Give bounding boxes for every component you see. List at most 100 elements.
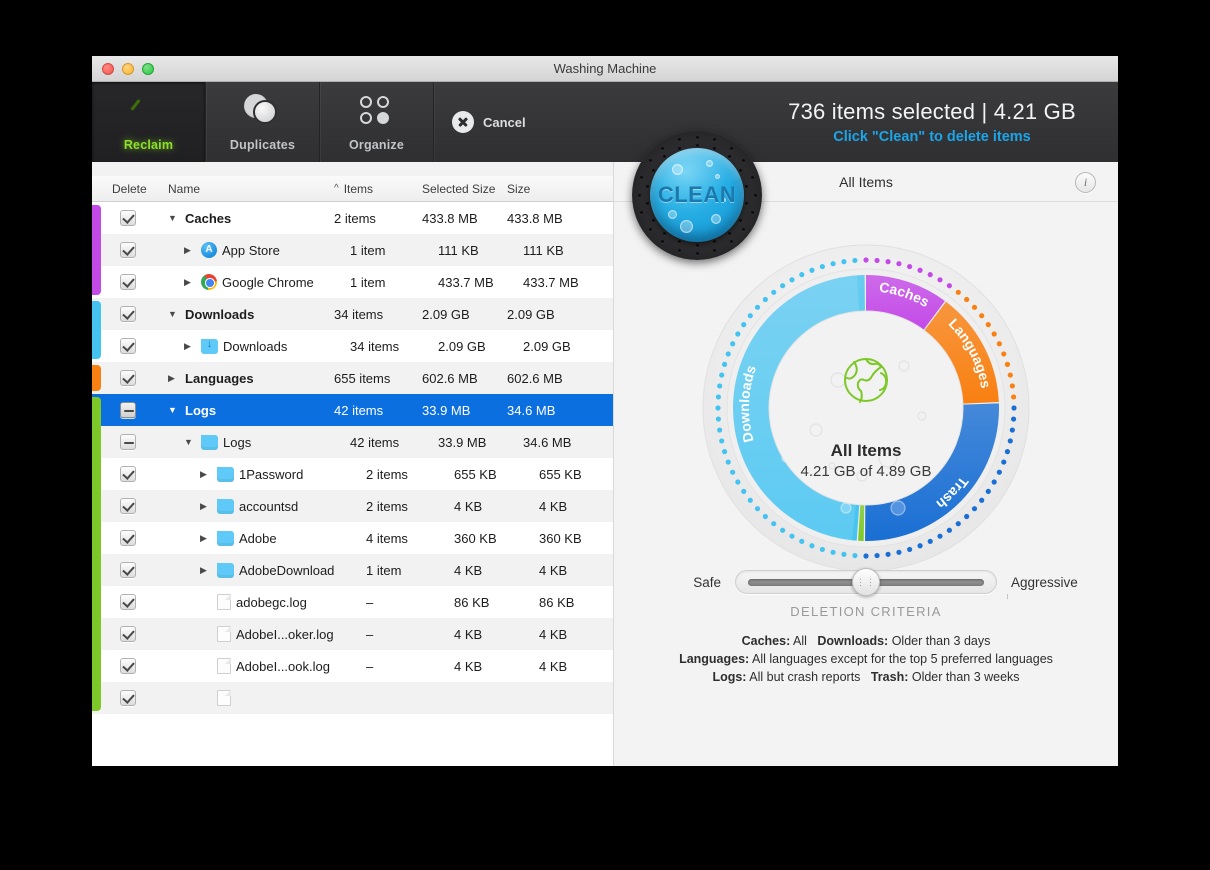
close-window-button[interactable]: [102, 62, 114, 75]
table-row[interactable]: A App Store 1 item 111 KB 111 KB: [92, 234, 613, 266]
column-header-selected-size[interactable]: Selected Size: [422, 182, 507, 196]
row-items-count: 2 items: [366, 498, 408, 514]
title-bar: Washing Machine: [92, 56, 1118, 82]
delete-checkbox[interactable]: [120, 402, 136, 418]
delete-checkbox[interactable]: [120, 434, 136, 450]
minimize-window-button[interactable]: [122, 62, 134, 75]
row-size: 2.09 GB: [507, 306, 555, 322]
toolbar-button-organize[interactable]: Organize: [320, 82, 434, 162]
row-delete-cell: [92, 658, 168, 674]
table-row[interactable]: Languages 655 items 602.6 MB 602.6 MB: [92, 362, 613, 394]
column-header-name[interactable]: Name: [168, 182, 334, 196]
toolbar-button-reclaim[interactable]: Reclaim: [92, 82, 206, 162]
disclosure-triangle-icon[interactable]: [200, 566, 212, 575]
delete-checkbox[interactable]: [120, 594, 136, 610]
table-row[interactable]: accountsd 2 items 4 KB 4 KB: [92, 490, 613, 522]
delete-checkbox[interactable]: [120, 626, 136, 642]
row-size: 4 KB: [539, 626, 568, 642]
criteria-value: Older than 3 weeks: [911, 670, 1020, 684]
delete-checkbox[interactable]: [120, 690, 136, 706]
table-row[interactable]: AdobeI...ook.log – 4 KB 4 KB: [92, 650, 613, 682]
file-list-pane: Delete Name ^ Items Selected Size Size C…: [92, 162, 614, 766]
progress-dot: [946, 283, 952, 289]
document-icon: [217, 690, 231, 706]
maximize-window-button[interactable]: [142, 62, 154, 75]
progress-dot: [730, 469, 736, 475]
row-name-cell: Logs: [168, 403, 334, 418]
table-row[interactable]: Caches 2 items 433.8 MB 433.8 MB: [92, 202, 613, 234]
table-row[interactable]: Downloads 34 items 2.09 GB 2.09 GB: [92, 330, 613, 362]
duplicates-icon: [243, 93, 282, 131]
cancel-button[interactable]: Cancel: [434, 82, 616, 162]
progress-dot: [789, 277, 795, 283]
row-items-count: 1 item: [350, 242, 386, 258]
disclosure-triangle-icon[interactable]: [168, 406, 180, 415]
table-row[interactable]: 1Password 2 items 655 KB 655 KB: [92, 458, 613, 490]
disclosure-triangle-icon[interactable]: [184, 342, 196, 351]
detail-title: All Items: [839, 173, 893, 190]
criteria-label: Caches:: [741, 634, 791, 648]
table-row[interactable]: AdobeDownload 1 item 4 KB 4 KB: [92, 554, 613, 586]
disclosure-triangle-icon[interactable]: [184, 246, 196, 255]
row-name-label: Google Chrome: [222, 274, 314, 290]
delete-checkbox[interactable]: [120, 370, 136, 386]
table-row[interactable]: adobegc.log – 86 KB 86 KB: [92, 586, 613, 618]
column-header-items[interactable]: ^ Items: [334, 182, 422, 196]
table-row[interactable]: Logs 42 items 33.9 MB 34.6 MB: [92, 394, 613, 426]
table-row[interactable]: Downloads 34 items 2.09 GB 2.09 GB: [92, 298, 613, 330]
delete-checkbox[interactable]: [120, 658, 136, 674]
row-size: 602.6 MB: [507, 370, 563, 386]
table-row[interactable]: [92, 682, 613, 714]
criteria-line: Logs: All but crash reports Trash: Older…: [628, 668, 1104, 686]
disclosure-triangle-icon[interactable]: [200, 502, 212, 511]
disclosure-triangle-icon[interactable]: [168, 214, 180, 223]
aggressiveness-slider[interactable]: ⋮⋮: [735, 568, 997, 596]
row-name-cell: accountsd: [200, 498, 366, 514]
row-items-count: 2 items: [334, 210, 376, 226]
delete-checkbox[interactable]: [120, 562, 136, 578]
row-name-label: Downloads: [223, 338, 288, 354]
delete-checkbox[interactable]: [120, 466, 136, 482]
progress-dot: [819, 546, 825, 553]
progress-dot: [747, 497, 753, 503]
progress-dot: [1009, 427, 1015, 433]
progress-dot: [852, 552, 858, 559]
progress-dot: [717, 427, 723, 433]
disclosure-triangle-icon[interactable]: [168, 310, 180, 319]
row-delete-cell: [92, 210, 168, 226]
delete-checkbox[interactable]: [120, 210, 136, 226]
disclosure-triangle-icon[interactable]: [168, 374, 180, 383]
delete-checkbox[interactable]: [120, 338, 136, 354]
row-name-cell: Google Chrome: [184, 274, 350, 290]
delete-checkbox[interactable]: [120, 498, 136, 514]
progress-dot: [885, 259, 891, 265]
delete-checkbox[interactable]: [120, 530, 136, 546]
disclosure-triangle-icon[interactable]: [200, 470, 212, 479]
row-size: 655 KB: [539, 466, 582, 482]
disclosure-triangle-icon[interactable]: [184, 438, 196, 447]
table-row[interactable]: Logs 42 items 33.9 MB 34.6 MB: [92, 426, 613, 458]
row-name-label: Caches: [185, 210, 232, 226]
disclosure-triangle-icon[interactable]: [184, 278, 196, 287]
close-icon: [452, 111, 474, 133]
table-row[interactable]: Google Chrome 1 item 433.7 MB 433.7 MB: [92, 266, 613, 298]
clean-button[interactable]: CLEAN: [650, 148, 744, 242]
delete-checkbox[interactable]: [120, 274, 136, 290]
progress-dot: [721, 449, 728, 455]
progress-dot: [937, 533, 943, 539]
row-selected-size: 433.7 MB: [438, 274, 494, 290]
column-header-delete[interactable]: Delete: [92, 182, 168, 196]
column-header-size[interactable]: Size: [507, 182, 577, 196]
document-icon: [217, 594, 231, 610]
toolbar-button-duplicates[interactable]: Duplicates: [206, 82, 320, 162]
progress-dot: [715, 416, 722, 422]
table-row[interactable]: AdobeI...oker.log – 4 KB 4 KB: [92, 618, 613, 650]
disclosure-triangle-icon[interactable]: [200, 534, 212, 543]
delete-checkbox[interactable]: [120, 306, 136, 322]
table-row[interactable]: Adobe 4 items 360 KB 360 KB: [92, 522, 613, 554]
criteria-value: All: [793, 634, 807, 648]
progress-dot: [719, 372, 725, 378]
info-icon[interactable]: i: [1075, 172, 1096, 193]
slider-knob[interactable]: ⋮⋮: [852, 568, 880, 596]
delete-checkbox[interactable]: [120, 242, 136, 258]
